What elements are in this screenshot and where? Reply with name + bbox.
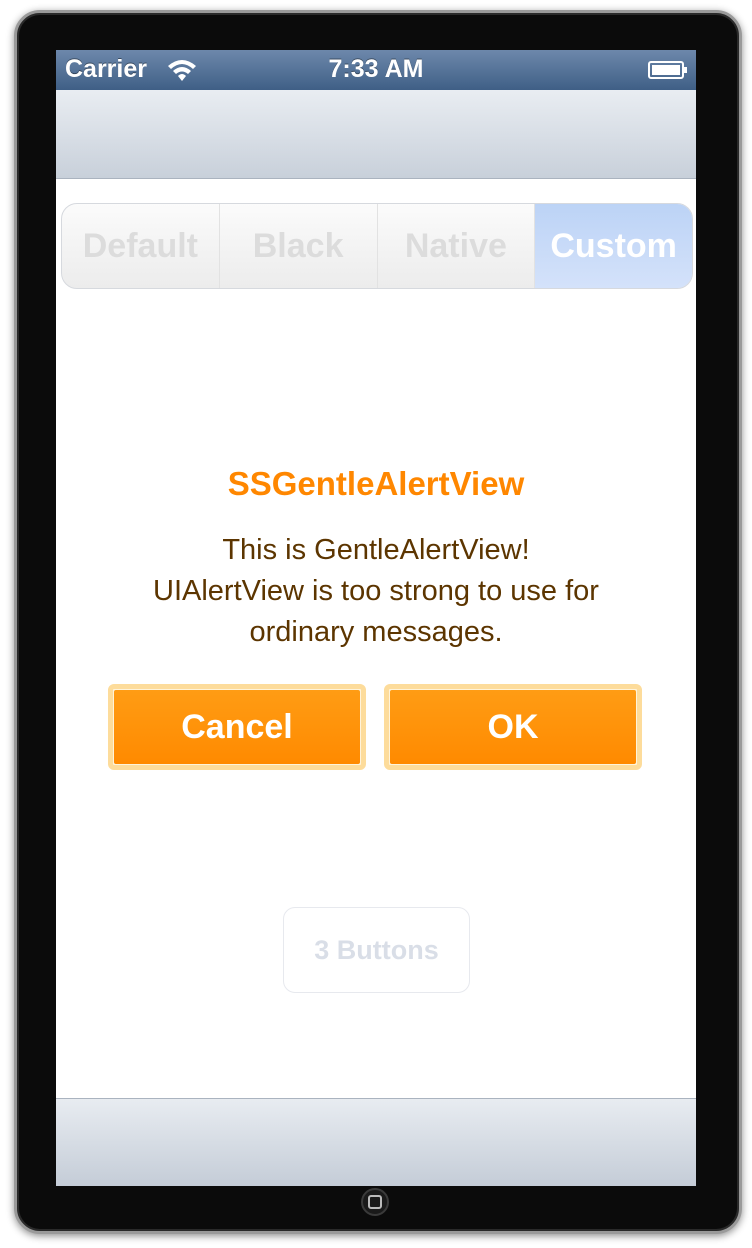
alert-message-line: ordinary messages. <box>249 616 503 648</box>
segment-black[interactable]: Black <box>220 204 378 288</box>
three-buttons-button[interactable]: 3 Buttons <box>283 907 470 993</box>
cancel-button-label: Cancel <box>114 690 360 764</box>
status-bar: Carrier 7:33 AM <box>56 50 696 90</box>
segment-default[interactable]: Default <box>62 204 220 288</box>
screen: Carrier 7:33 AM Default Black Native Cus… <box>56 50 696 1186</box>
alert-title: SSGentleAlertView <box>227 465 525 502</box>
alert-message-line: This is GentleAlertView! <box>222 534 530 566</box>
ok-button[interactable]: OK <box>384 684 642 770</box>
segment-native[interactable]: Native <box>378 204 536 288</box>
alert-message-line: UIAlertView is too strong to use for <box>153 575 599 607</box>
navigation-bar <box>56 90 696 179</box>
cancel-button[interactable]: Cancel <box>108 684 366 770</box>
home-square-icon <box>368 1195 382 1209</box>
ok-button-label: OK <box>390 690 636 764</box>
status-time: 7:33 AM <box>328 55 424 83</box>
alert-message: This is GentleAlertView! UIAlertView is … <box>96 530 656 653</box>
battery-icon <box>648 61 688 79</box>
style-segmented-control[interactable]: Default Black Native Custom <box>61 203 693 289</box>
segment-custom[interactable]: Custom <box>535 204 692 288</box>
home-button[interactable] <box>361 1188 389 1216</box>
bottom-toolbar <box>56 1098 696 1186</box>
